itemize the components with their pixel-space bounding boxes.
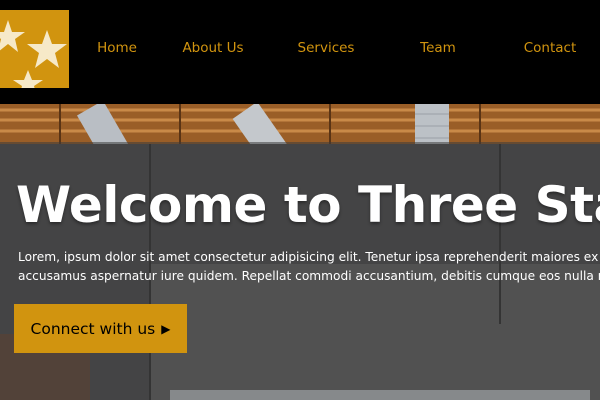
hero-description: Lorem, ipsum dolor sit amet consectetur … [18,248,600,286]
connect-with-us-button[interactable]: Connect with us ▶ [14,304,187,353]
nav-services[interactable]: Services [298,40,355,56]
site-header: Home About Us Services Team Contact [0,0,600,104]
nav-home[interactable]: Home [97,40,137,56]
hero-section: Welcome to Three Stars Lorem, ipsum dolo… [0,104,600,400]
nav-team[interactable]: Team [420,40,456,56]
cta-label: Connect with us [30,319,156,338]
caret-right-icon: ▶ [161,321,171,336]
nav-about-us[interactable]: About Us [182,40,243,56]
main-nav: Home About Us Services Team Contact [0,0,600,100]
hero-description-line-2: accusamus aspernatur iure quidem. Repell… [18,269,600,283]
hero-description-line-1: Lorem, ipsum dolor sit amet consectetur … [18,250,600,264]
nav-contact[interactable]: Contact [524,40,577,56]
hero-title: Welcome to Three Stars [16,176,600,234]
